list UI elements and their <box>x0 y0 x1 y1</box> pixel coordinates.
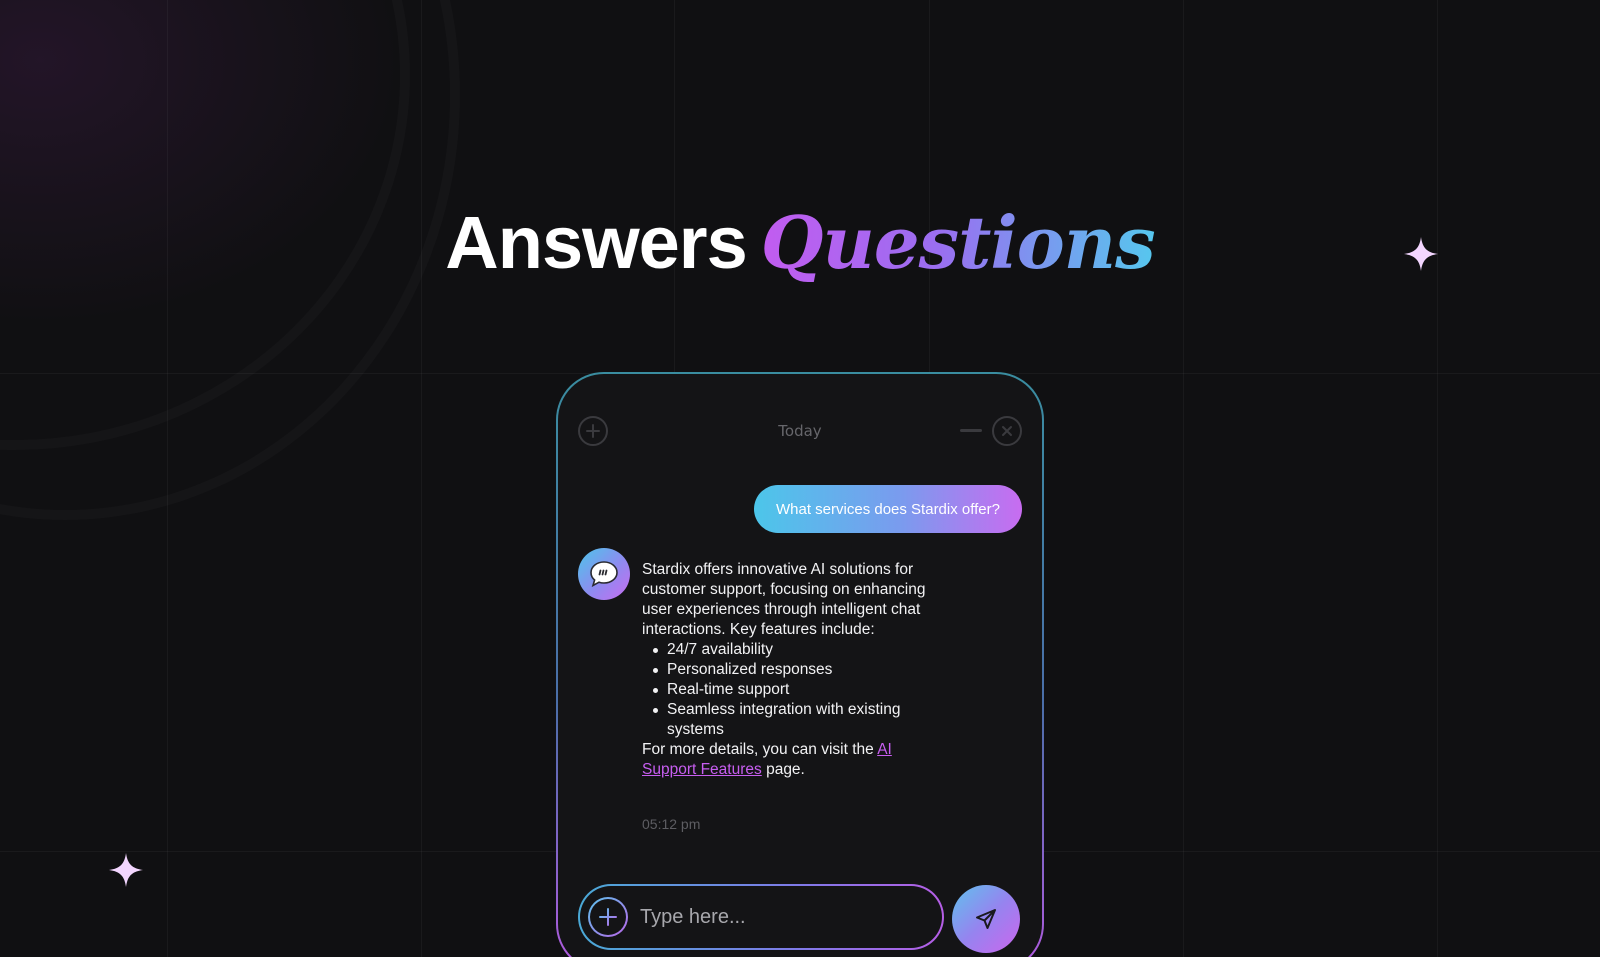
message-input[interactable] <box>640 897 920 937</box>
chat-phone-mockup: Today What services does Stardix offer? <box>556 372 1044 957</box>
chat-bubble-icon <box>590 561 618 588</box>
message-composer <box>578 884 944 950</box>
bot-avatar <box>578 548 630 600</box>
message-timestamp: 05:12 pm <box>642 816 701 832</box>
close-icon <box>1002 426 1012 436</box>
outro-text: For more details, you can visit the <box>642 741 878 758</box>
title-word-gradient: Questions <box>760 200 1156 285</box>
date-label: Today <box>778 422 822 440</box>
feature-list: 24/7 availability Personalized responses… <box>642 640 942 740</box>
attach-button-face <box>590 899 626 935</box>
list-item: Real-time support <box>642 680 942 700</box>
send-icon <box>976 909 996 929</box>
grid-line <box>1437 0 1438 957</box>
attach-button[interactable] <box>588 897 628 937</box>
bot-message-outro: For more details, you can visit the AI S… <box>642 740 942 780</box>
chat-window: Today What services does Stardix offer? <box>558 374 1042 957</box>
user-message-text: What services does Stardix offer? <box>776 500 1000 518</box>
list-item: Seamless integration with existing syste… <box>642 700 942 740</box>
bot-message: Stardix offers innovative AI solutions f… <box>642 560 942 780</box>
minimize-button[interactable] <box>960 429 982 432</box>
list-item: Personalized responses <box>642 660 942 680</box>
user-message-bubble: What services does Stardix offer? <box>754 485 1022 533</box>
list-item: 24/7 availability <box>642 640 942 660</box>
send-button[interactable] <box>952 885 1020 953</box>
grid-line <box>1183 0 1184 957</box>
page-title: Answers Questions <box>0 200 1600 285</box>
bot-message-intro: Stardix offers innovative AI solutions f… <box>642 561 926 638</box>
title-word-plain: Answers <box>445 201 747 284</box>
chat-header: Today <box>578 416 1022 448</box>
sparkle-icon <box>109 853 143 887</box>
close-button[interactable] <box>992 416 1022 446</box>
hero-section: Answers Questions Today What services do… <box>0 0 1600 957</box>
plus-icon <box>599 908 617 926</box>
composer-field <box>580 886 942 948</box>
outro-text-end: page. <box>761 761 805 778</box>
